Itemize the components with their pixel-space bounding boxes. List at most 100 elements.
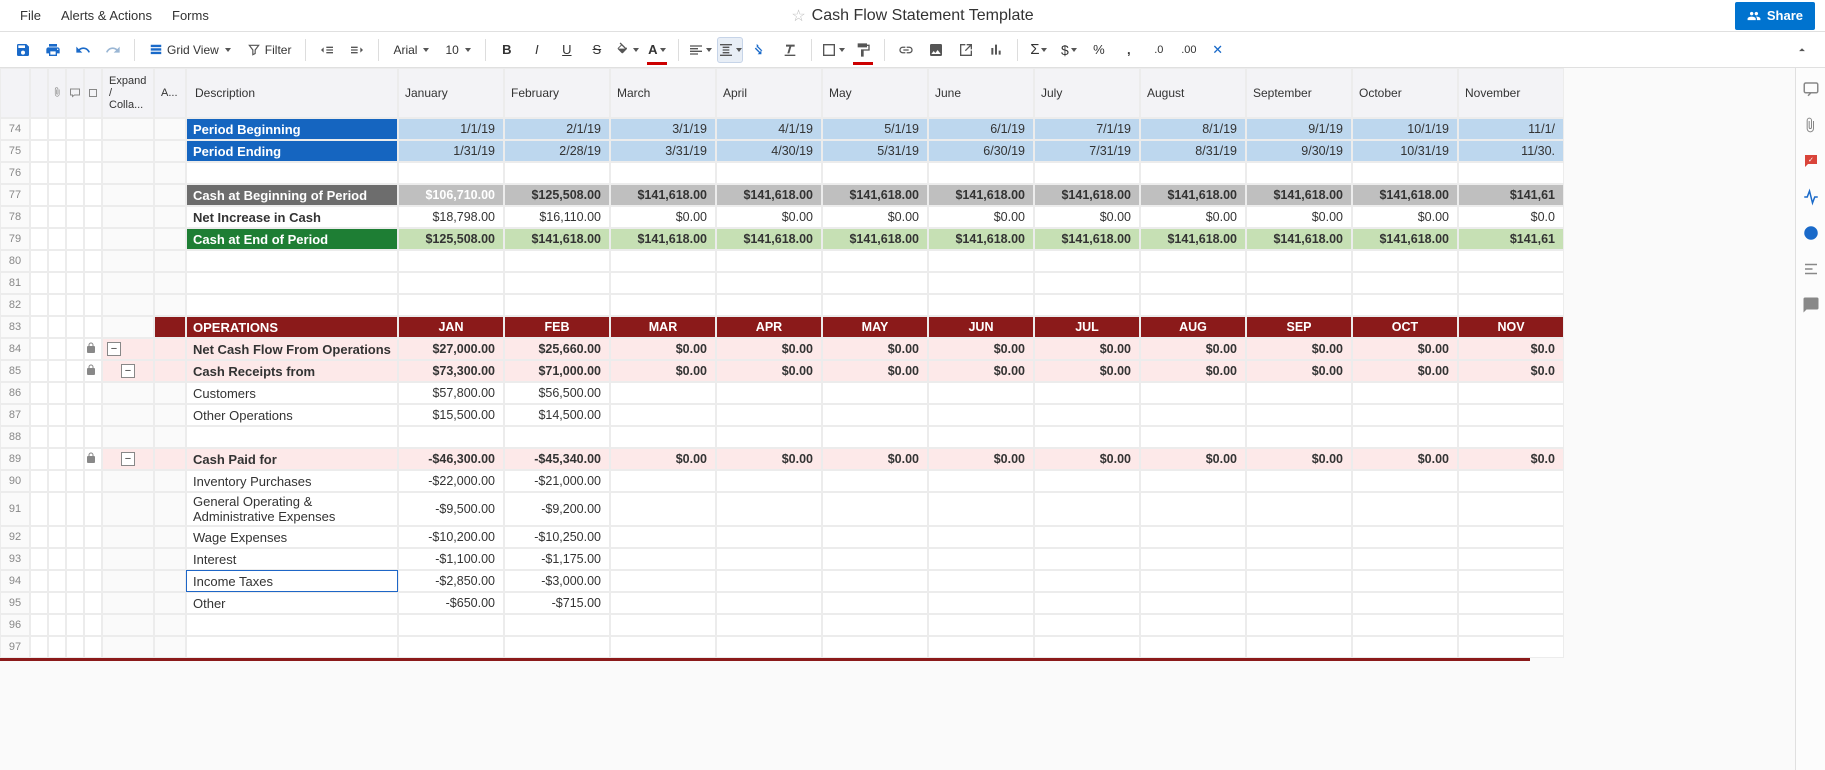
cell[interactable]: -$3,000.00 xyxy=(504,570,610,592)
cell[interactable]: $141,618.00 xyxy=(1140,228,1246,250)
cell[interactable]: $141,618.00 xyxy=(1034,184,1140,206)
fill-color-button[interactable] xyxy=(614,37,640,63)
cell[interactable]: $141,618.00 xyxy=(504,228,610,250)
cell[interactable]: 4/1/19 xyxy=(716,118,822,140)
cell[interactable] xyxy=(928,526,1034,548)
cell[interactable]: $141,618.00 xyxy=(716,228,822,250)
row-label[interactable]: Wage Expenses xyxy=(186,526,398,548)
cell[interactable] xyxy=(1352,470,1458,492)
align-left-button[interactable] xyxy=(687,37,713,63)
cell[interactable] xyxy=(1034,526,1140,548)
font-family-select[interactable]: Arial xyxy=(387,37,435,63)
cell[interactable] xyxy=(822,526,928,548)
percent-button[interactable]: % xyxy=(1086,37,1112,63)
col-january[interactable]: January xyxy=(398,68,504,118)
cell[interactable]: $0.00 xyxy=(716,338,822,360)
help-panel-icon[interactable] xyxy=(1802,296,1820,314)
cell[interactable] xyxy=(1458,382,1564,404)
favorite-star-icon[interactable]: ☆ xyxy=(791,6,805,26)
lock-cell[interactable] xyxy=(84,338,102,360)
col-rownum[interactable] xyxy=(0,68,30,118)
month-abbr[interactable]: JAN xyxy=(398,316,504,338)
cell[interactable] xyxy=(1246,548,1352,570)
row-label[interactable]: Net Cash Flow From Operations xyxy=(186,338,398,360)
month-abbr[interactable]: NOV xyxy=(1458,316,1564,338)
row-label[interactable]: General Operating & Administrative Expen… xyxy=(186,492,398,526)
cell[interactable] xyxy=(928,592,1034,614)
cell[interactable] xyxy=(1246,470,1352,492)
cell[interactable] xyxy=(716,492,822,526)
cell[interactable]: $106,710.00 xyxy=(398,184,504,206)
col-november[interactable]: November xyxy=(1458,68,1564,118)
cell[interactable]: $57,800.00 xyxy=(398,382,504,404)
cell[interactable]: 2/28/19 xyxy=(504,140,610,162)
thousands-button[interactable]: , xyxy=(1116,37,1142,63)
cell[interactable] xyxy=(1246,592,1352,614)
col-may[interactable]: May xyxy=(822,68,928,118)
cell[interactable] xyxy=(1352,570,1458,592)
expand-cell[interactable] xyxy=(102,140,154,162)
lock-cell[interactable] xyxy=(84,426,102,448)
expand-cell[interactable] xyxy=(102,184,154,206)
publish-panel-icon[interactable] xyxy=(1802,224,1820,242)
row-label[interactable]: Other xyxy=(186,592,398,614)
cell[interactable] xyxy=(928,570,1034,592)
cell[interactable]: 6/30/19 xyxy=(928,140,1034,162)
cell[interactable]: 3/1/19 xyxy=(610,118,716,140)
expand-cell[interactable] xyxy=(102,382,154,404)
cell[interactable]: $141,618.00 xyxy=(1034,228,1140,250)
expand-cell[interactable] xyxy=(102,228,154,250)
cell[interactable]: $27,000.00 xyxy=(398,338,504,360)
cell[interactable]: $71,000.00 xyxy=(504,360,610,382)
clear-format-button[interactable] xyxy=(777,37,803,63)
rownum[interactable]: 79 xyxy=(0,228,30,250)
link-button[interactable] xyxy=(893,37,919,63)
spreadsheet-scroll[interactable]: Expand / Colla... A... Description Janua… xyxy=(0,68,1795,770)
cell[interactable]: $0.0 xyxy=(1458,338,1564,360)
cell[interactable]: $0.00 xyxy=(1034,360,1140,382)
expand-cell[interactable] xyxy=(102,294,154,316)
expand-cell[interactable] xyxy=(102,316,154,338)
cell[interactable] xyxy=(716,526,822,548)
cell[interactable] xyxy=(1458,570,1564,592)
cell[interactable]: $125,508.00 xyxy=(504,184,610,206)
month-abbr[interactable]: OCT xyxy=(1352,316,1458,338)
cell[interactable] xyxy=(1034,548,1140,570)
cell[interactable] xyxy=(610,592,716,614)
share-button[interactable]: Share xyxy=(1735,2,1815,30)
activity-panel-icon[interactable] xyxy=(1802,188,1820,206)
cell[interactable]: -$650.00 xyxy=(398,592,504,614)
cell[interactable] xyxy=(1352,526,1458,548)
cell[interactable] xyxy=(1246,382,1352,404)
cell[interactable]: 5/1/19 xyxy=(822,118,928,140)
cell[interactable]: $141,618.00 xyxy=(822,228,928,250)
expand-cell[interactable] xyxy=(102,570,154,592)
wrap-text-button[interactable] xyxy=(747,37,773,63)
rownum[interactable]: 96 xyxy=(0,614,30,636)
cell[interactable]: 2/1/19 xyxy=(504,118,610,140)
cell[interactable] xyxy=(1458,404,1564,426)
lock-cell[interactable] xyxy=(84,206,102,228)
rownum[interactable]: 97 xyxy=(0,636,30,658)
row-label[interactable]: Period Ending xyxy=(186,140,398,162)
cell[interactable]: $0.00 xyxy=(1352,448,1458,470)
col-july[interactable]: July xyxy=(1034,68,1140,118)
col-narrow-1[interactable] xyxy=(30,68,48,118)
cell[interactable] xyxy=(610,492,716,526)
cell[interactable] xyxy=(1352,592,1458,614)
row-label[interactable]: Cash at Beginning of Period xyxy=(186,184,398,206)
font-size-select[interactable]: 10 xyxy=(439,37,476,63)
italic-button[interactable]: I xyxy=(524,37,550,63)
cell[interactable]: $0.00 xyxy=(1034,448,1140,470)
expand-cell[interactable] xyxy=(102,614,154,636)
col-indicator[interactable] xyxy=(84,68,102,118)
expand-cell[interactable]: − xyxy=(102,360,154,382)
collapse-toolbar-button[interactable] xyxy=(1789,37,1815,63)
increase-decimal-button[interactable]: .00 xyxy=(1176,37,1202,63)
rownum[interactable]: 74 xyxy=(0,118,30,140)
rownum[interactable]: 86 xyxy=(0,382,30,404)
cell[interactable] xyxy=(1034,382,1140,404)
insert-button[interactable] xyxy=(953,37,979,63)
cell[interactable] xyxy=(1034,470,1140,492)
cell[interactable]: $0.00 xyxy=(1140,338,1246,360)
